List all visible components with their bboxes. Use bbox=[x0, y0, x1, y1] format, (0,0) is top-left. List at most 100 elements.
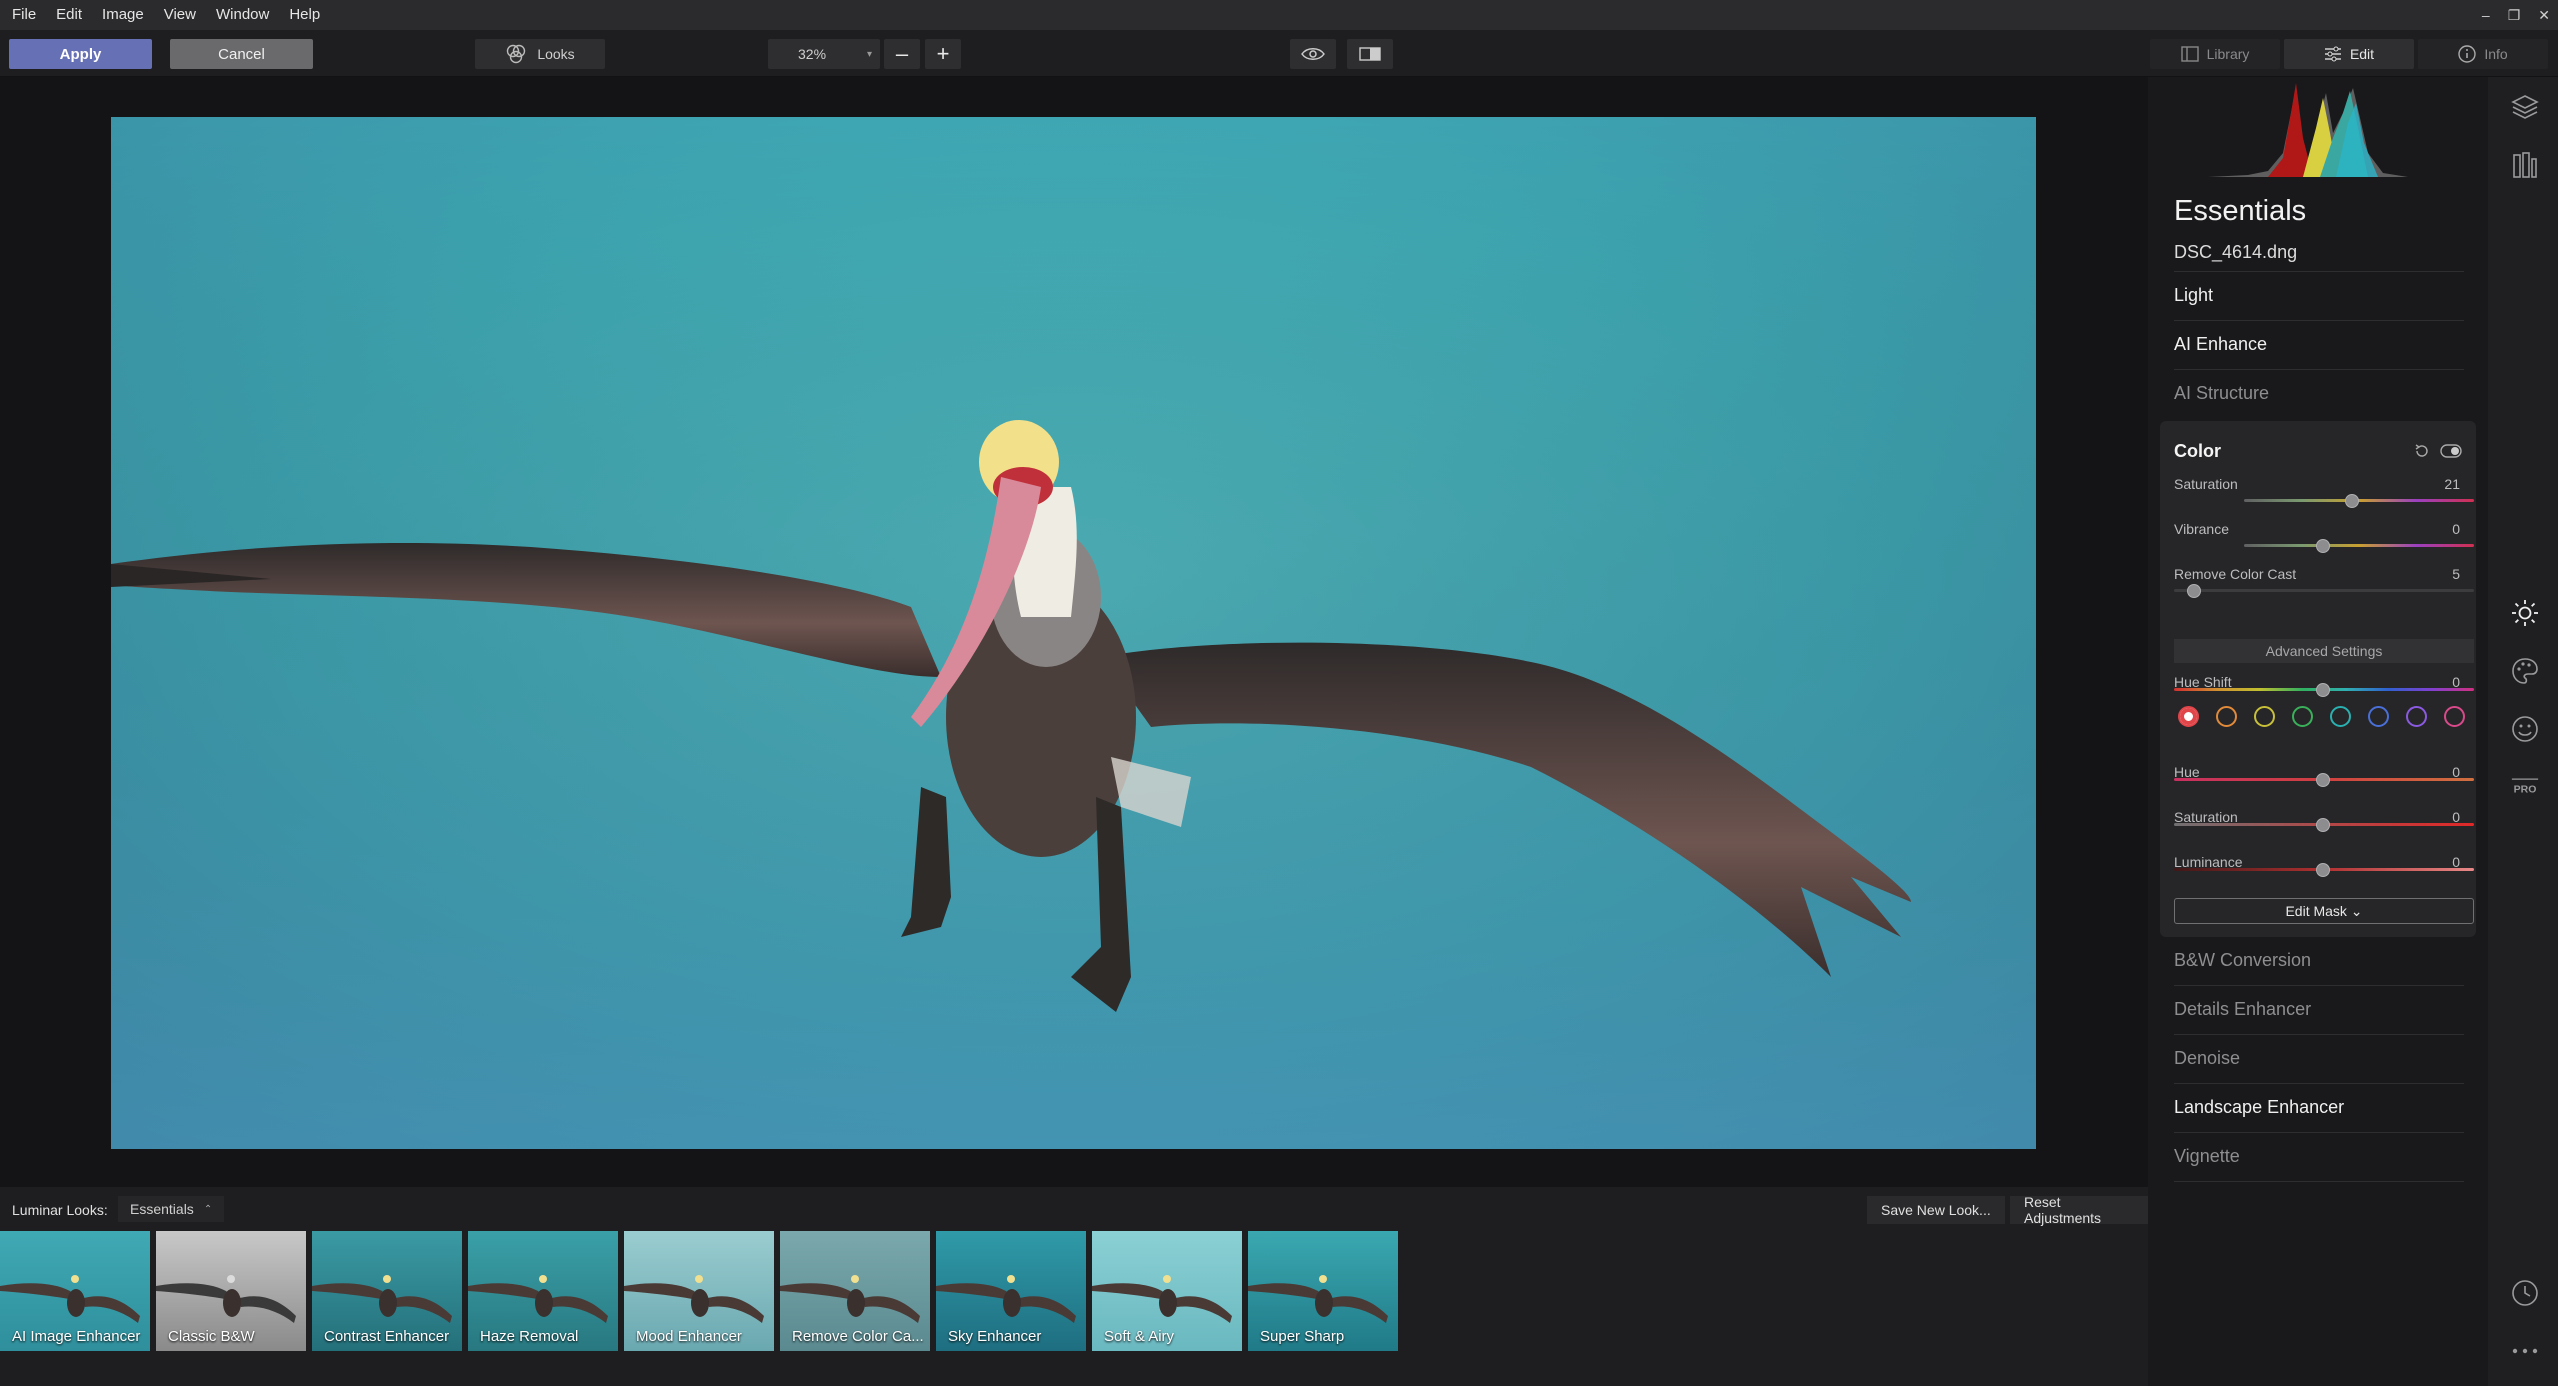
vibrance-slider[interactable] bbox=[2244, 544, 2474, 547]
menu-window[interactable]: Window bbox=[206, 0, 279, 30]
close-icon[interactable]: ✕ bbox=[2538, 7, 2550, 24]
zoom-in-button[interactable]: + bbox=[925, 39, 961, 69]
section-ai-enhance[interactable]: AI Enhance bbox=[2174, 334, 2267, 355]
menu-help[interactable]: Help bbox=[279, 0, 330, 30]
split-view-icon bbox=[1359, 47, 1381, 61]
photo-preview[interactable] bbox=[111, 117, 2036, 1149]
visibility-toggle-icon[interactable] bbox=[2440, 443, 2462, 459]
portrait-face-icon[interactable] bbox=[2511, 715, 2539, 743]
vibrance-slider-handle[interactable] bbox=[2316, 539, 2330, 553]
hue-shift-slider-handle[interactable] bbox=[2316, 683, 2330, 697]
menu-bar: File Edit Image View Window Help – ❐ ✕ bbox=[0, 0, 2558, 30]
color-swatch[interactable] bbox=[2254, 706, 2275, 727]
color-swatch[interactable] bbox=[2330, 706, 2351, 727]
look-tile[interactable]: Remove Color Ca... bbox=[780, 1231, 930, 1351]
look-tile-label: Classic B&W bbox=[168, 1328, 255, 1345]
menu-view[interactable]: View bbox=[154, 0, 206, 30]
color-swatch[interactable] bbox=[2444, 706, 2465, 727]
color-swatch[interactable] bbox=[2216, 706, 2237, 727]
look-tile[interactable]: Contrast Enhancer bbox=[312, 1231, 462, 1351]
pro-tools-icon[interactable]: PRO bbox=[2511, 773, 2539, 801]
looks-bar: Luminar Looks: Essentials ⌃ Save New Loo… bbox=[0, 1187, 2148, 1386]
toolbar: Apply Cancel Looks 32% ▾ – + Library Edi… bbox=[0, 30, 2558, 77]
divider bbox=[2174, 1181, 2464, 1182]
menu-image[interactable]: Image bbox=[92, 0, 154, 30]
looks-icon bbox=[507, 44, 526, 64]
color-saturation-slider-handle[interactable] bbox=[2316, 818, 2330, 832]
color-swatch[interactable] bbox=[2368, 706, 2389, 727]
looks-button[interactable]: Looks bbox=[475, 39, 605, 69]
edit-mask-button[interactable]: Edit Mask ⌄ bbox=[2174, 898, 2474, 924]
svg-text:PRO: PRO bbox=[2514, 783, 2537, 795]
remove-color-cast-label: Remove Color Cast bbox=[2174, 566, 2297, 582]
color-title[interactable]: Color bbox=[2174, 441, 2221, 462]
more-options-icon[interactable] bbox=[2511, 1337, 2539, 1365]
color-swatch[interactable] bbox=[2406, 706, 2427, 727]
preview-toggle-button[interactable] bbox=[1290, 39, 1336, 69]
canvas-tools-icon[interactable] bbox=[2511, 151, 2539, 179]
look-tile[interactable]: Soft & Airy bbox=[1092, 1231, 1242, 1351]
edit-panel: Essentials DSC_4614.dng Light AI Enhance… bbox=[2148, 77, 2488, 1386]
tool-rail: PRO bbox=[2488, 77, 2558, 1386]
tab-edit[interactable]: Edit bbox=[2284, 39, 2414, 69]
tab-info-label: Info bbox=[2484, 46, 2508, 62]
save-new-look-button[interactable]: Save New Look... bbox=[1867, 1196, 2005, 1224]
divider bbox=[2174, 985, 2464, 986]
minimize-icon[interactable]: – bbox=[2482, 7, 2490, 23]
apply-button[interactable]: Apply bbox=[9, 39, 152, 69]
menu-file[interactable]: File bbox=[0, 0, 46, 30]
remove-color-cast-value: 5 bbox=[2452, 566, 2460, 582]
tab-edit-label: Edit bbox=[2349, 46, 2375, 62]
eye-icon bbox=[1301, 48, 1325, 60]
divider bbox=[2174, 320, 2464, 321]
section-details-enhancer[interactable]: Details Enhancer bbox=[2174, 999, 2311, 1020]
window-controls: – ❐ ✕ bbox=[2482, 0, 2550, 30]
look-tile[interactable]: Super Sharp bbox=[1248, 1231, 1398, 1351]
saturation-slider-handle[interactable] bbox=[2345, 494, 2359, 508]
section-denoise[interactable]: Denoise bbox=[2174, 1048, 2240, 1069]
luminance-slider-handle[interactable] bbox=[2316, 863, 2330, 877]
look-tile[interactable]: Classic B&W bbox=[156, 1231, 306, 1351]
looks-category-value: Essentials bbox=[130, 1201, 194, 1217]
zoom-out-button[interactable]: – bbox=[884, 39, 920, 69]
tab-info[interactable]: Info bbox=[2418, 39, 2548, 69]
look-tile[interactable]: Sky Enhancer bbox=[936, 1231, 1086, 1351]
look-tile[interactable]: Mood Enhancer bbox=[624, 1231, 774, 1351]
section-landscape-enhancer[interactable]: Landscape Enhancer bbox=[2174, 1097, 2344, 1118]
menu-edit[interactable]: Edit bbox=[46, 0, 92, 30]
color-swatch[interactable] bbox=[2178, 706, 2199, 727]
reset-icon[interactable] bbox=[2414, 443, 2430, 459]
essentials-sun-icon[interactable] bbox=[2511, 599, 2539, 627]
restore-icon[interactable]: ❐ bbox=[2508, 7, 2521, 24]
zoom-select[interactable]: 32% ▾ bbox=[768, 39, 880, 69]
advanced-settings-button[interactable]: Advanced Settings bbox=[2174, 639, 2474, 663]
section-bw-conversion[interactable]: B&W Conversion bbox=[2174, 950, 2311, 971]
look-tile[interactable]: Haze Removal bbox=[468, 1231, 618, 1351]
divider bbox=[2174, 1034, 2464, 1035]
section-light[interactable]: Light bbox=[2174, 285, 2213, 306]
color-swatch[interactable] bbox=[2292, 706, 2313, 727]
reset-adjustments-button[interactable]: Reset Adjustments bbox=[2010, 1194, 2148, 1226]
hue-slider-handle[interactable] bbox=[2316, 773, 2330, 787]
plus-icon: + bbox=[936, 41, 950, 66]
creative-palette-icon[interactable] bbox=[2511, 657, 2539, 685]
history-clock-icon[interactable] bbox=[2511, 1279, 2539, 1307]
looks-header: Luminar Looks: Essentials ⌃ Save New Loo… bbox=[0, 1187, 2148, 1231]
saturation-label: Saturation bbox=[2174, 476, 2238, 492]
look-tile[interactable]: AI Image Enhancer bbox=[0, 1231, 150, 1351]
cancel-button[interactable]: Cancel bbox=[170, 39, 313, 69]
remove-color-cast-slider[interactable] bbox=[2174, 589, 2474, 592]
section-vignette[interactable]: Vignette bbox=[2174, 1146, 2240, 1167]
remove-color-cast-slider-handle[interactable] bbox=[2187, 584, 2201, 598]
saturation-slider[interactable] bbox=[2244, 499, 2474, 502]
look-tile-label: Haze Removal bbox=[480, 1328, 579, 1345]
tab-library[interactable]: Library bbox=[2150, 39, 2280, 69]
looks-category-select[interactable]: Essentials ⌃ bbox=[118, 1196, 225, 1222]
compare-button[interactable] bbox=[1347, 39, 1393, 69]
section-ai-structure[interactable]: AI Structure bbox=[2174, 383, 2269, 404]
look-tile-label: Contrast Enhancer bbox=[324, 1328, 450, 1345]
divider bbox=[2174, 271, 2464, 272]
layers-icon[interactable] bbox=[2511, 93, 2539, 121]
saturation-value: 21 bbox=[2444, 476, 2460, 492]
minus-icon: – bbox=[895, 41, 909, 66]
